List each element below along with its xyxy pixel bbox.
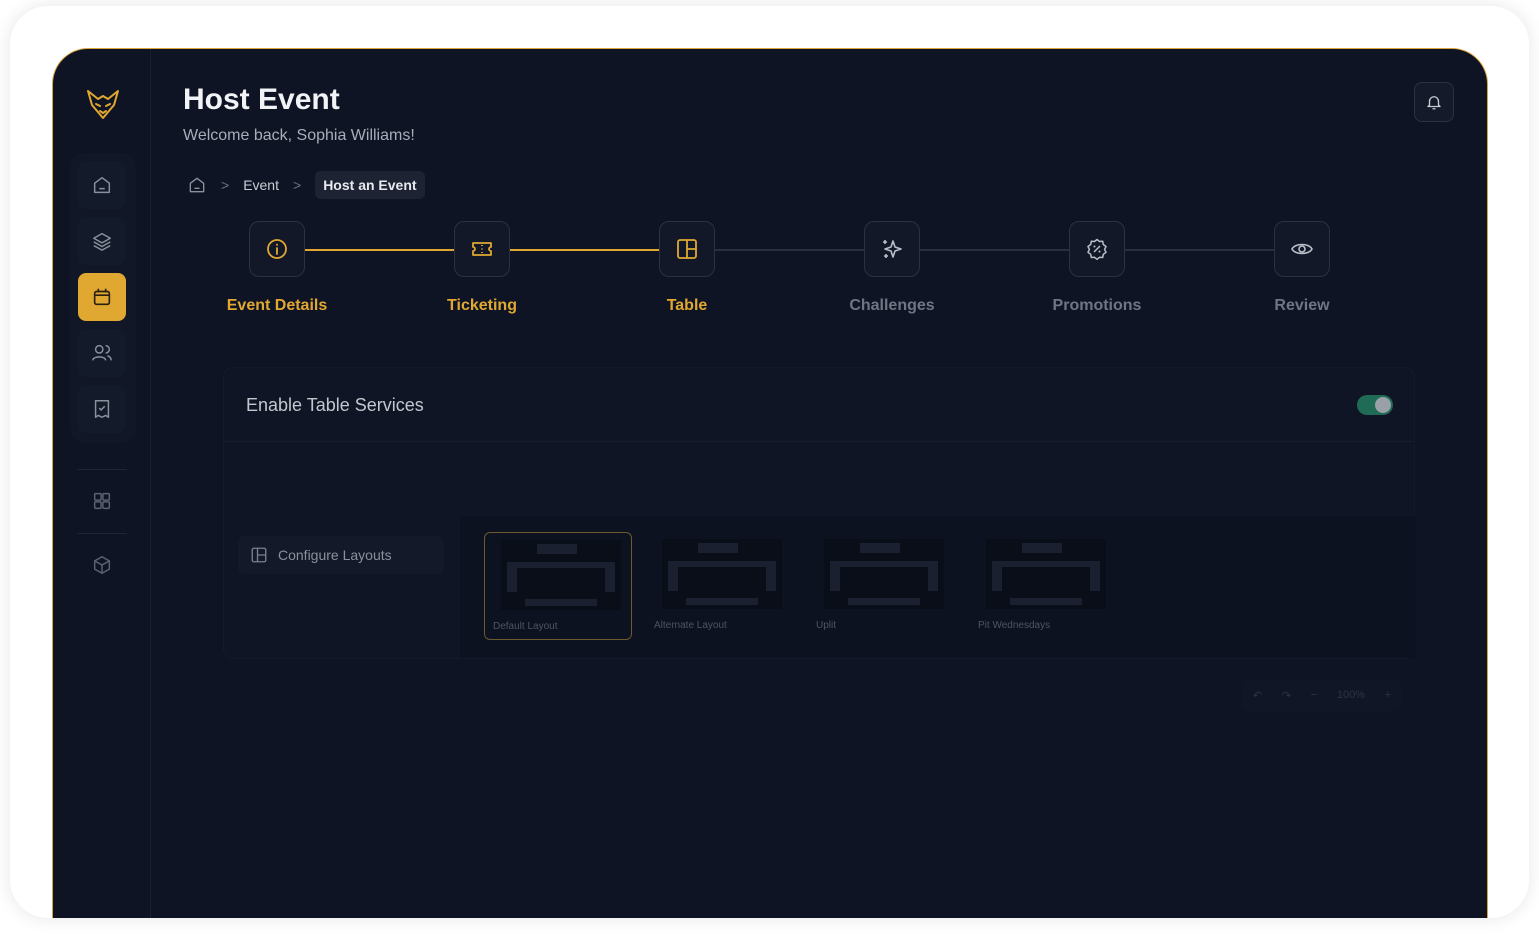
- step-event-details[interactable]: Event Details: [202, 221, 352, 315]
- table-services-panel: Enable Table Services Configure Layouts …: [223, 367, 1416, 659]
- eye-icon: [1291, 243, 1313, 255]
- users-icon: [92, 344, 112, 361]
- home-icon: [93, 176, 111, 194]
- fox-logo-icon: [86, 87, 120, 121]
- table-services-toggle[interactable]: [1357, 395, 1393, 415]
- sidebar-item-receipts[interactable]: [78, 385, 126, 433]
- layout-thumbnail: [501, 540, 621, 610]
- step-label: Table: [666, 297, 708, 314]
- layout-card-uplit[interactable]: Uplit: [808, 532, 956, 640]
- zoom-level: 100%: [1336, 689, 1365, 701]
- step-label: Challenges: [849, 297, 935, 314]
- layout-gallery: Default Layout Alternate Layout Uplit Pi…: [460, 516, 1416, 658]
- step-label: Promotions: [1052, 297, 1142, 314]
- layout-name: Default Layout: [493, 621, 558, 632]
- home-icon: [189, 177, 205, 193]
- table-services-title: Enable Table Services: [246, 395, 424, 415]
- breadcrumb-item-current: Host an Event: [315, 171, 425, 199]
- breadcrumb-separator: >: [293, 177, 302, 193]
- step-label: Ticketing: [447, 297, 517, 314]
- layout-card-pit-wednesdays[interactable]: Pit Wednesdays: [970, 532, 1118, 640]
- breadcrumb-item-event[interactable]: Event: [243, 177, 279, 193]
- step-review[interactable]: Review: [1227, 221, 1377, 315]
- step-ticketing[interactable]: Ticketing: [407, 221, 557, 315]
- app-frame: Host Event Welcome back, Sophia Williams…: [52, 48, 1488, 918]
- sidebar-divider: [77, 533, 127, 534]
- breadcrumb: > Event > Host an Event: [187, 171, 425, 199]
- grid-icon: [93, 492, 111, 510]
- layout-thumbnail: [824, 539, 944, 609]
- bell-icon: [1427, 96, 1441, 110]
- layout-thumbnail: [662, 539, 782, 609]
- breadcrumb-separator: >: [221, 177, 230, 193]
- table-layout-icon: [677, 239, 697, 259]
- zoom-in-button[interactable]: +: [1385, 689, 1391, 701]
- step-label: Event Details: [226, 297, 328, 314]
- sidebar-item-products[interactable]: [78, 541, 126, 589]
- sidebar: [53, 49, 151, 918]
- cube-icon: [93, 556, 111, 574]
- notifications-button[interactable]: [1414, 82, 1454, 122]
- panel-header: Enable Table Services: [224, 368, 1414, 442]
- page-title: Host Event: [183, 83, 340, 116]
- sidebar-item-home[interactable]: [78, 161, 126, 209]
- sidebar-item-apps[interactable]: [78, 477, 126, 525]
- sparkles-icon: [883, 240, 902, 258]
- step-table[interactable]: Table: [612, 221, 762, 315]
- layout-card-alternate[interactable]: Alternate Layout: [646, 532, 794, 640]
- layout-thumbnail: [986, 539, 1106, 609]
- breadcrumb-home[interactable]: [187, 175, 207, 195]
- discount-icon: [1087, 238, 1107, 261]
- event-stepper: Event Details Ticketing Table Challenges…: [53, 221, 1487, 331]
- step-challenges[interactable]: Challenges: [817, 221, 967, 315]
- zoom-out-button[interactable]: −: [1311, 689, 1317, 701]
- redo-icon[interactable]: ↷: [1282, 689, 1291, 702]
- configure-layouts-label: Configure Layouts: [278, 547, 392, 563]
- layout-name: Alternate Layout: [654, 620, 727, 631]
- ticket-icon: [472, 242, 492, 256]
- page-subtitle: Welcome back, Sophia Williams!: [183, 127, 415, 144]
- layout-name: Uplit: [816, 620, 837, 631]
- layout-name: Pit Wednesdays: [978, 620, 1051, 631]
- step-label: Review: [1274, 297, 1330, 314]
- sidebar-divider: [77, 469, 127, 470]
- sidebar-item-users[interactable]: [78, 329, 126, 377]
- toggle-knob: [1375, 397, 1391, 413]
- canvas-zoom-toolbar: ↶ ↷ − 100% +: [1243, 679, 1401, 711]
- receipt-check-icon: [94, 400, 110, 418]
- layout-card-default[interactable]: Default Layout: [484, 532, 632, 640]
- table-layout-icon: [251, 547, 267, 563]
- info-icon: [267, 239, 287, 259]
- step-promotions[interactable]: Promotions: [1022, 221, 1172, 315]
- configure-layouts-button[interactable]: Configure Layouts: [238, 536, 444, 574]
- undo-icon[interactable]: ↶: [1253, 689, 1262, 702]
- app-window-outer: Host Event Welcome back, Sophia Williams…: [10, 6, 1529, 918]
